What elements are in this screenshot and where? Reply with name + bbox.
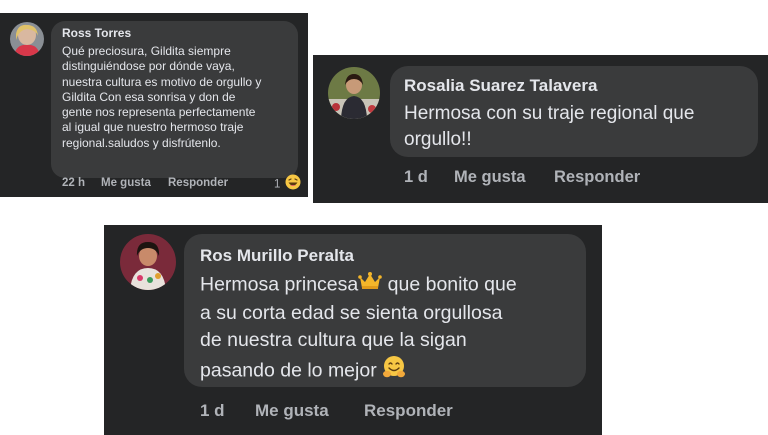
avatar[interactable] [120,234,176,290]
avatar[interactable] [328,67,380,119]
like-button[interactable]: Me gusta [454,168,526,187]
like-button[interactable]: Me gusta [255,401,329,421]
comment-card: Rosalia Suarez Talavera Hermosa con su t… [313,55,768,203]
comment-text: Hermosa con su traje regional que orgull… [404,101,694,153]
crown-icon [358,271,383,300]
like-button[interactable]: Me gusta [101,177,151,189]
comment-text: Qué preciosura, Gildita siempre distingu… [62,44,261,151]
comment-line: distinguiéndose por dónde vaya, [62,59,235,74]
comment-line: gente nos representa perfectamente [62,105,256,120]
comment-author[interactable]: Rosalia Suarez Talavera [404,76,597,96]
comment-line-end: que bonito que [382,273,517,296]
comment-line: Hermosa princesa que bonito que [200,271,517,300]
avatar[interactable] [10,22,44,56]
comment-line: regional.saludos y disfrútenlo. [62,135,221,150]
comment-line-start: pasando de lo mejor [200,358,377,381]
comment-card: Ros Murillo Peralta Hermosa princesa que… [104,225,602,435]
comment-author[interactable]: Ros Murillo Peralta [200,246,354,266]
comment-timestamp[interactable]: 1 d [404,168,428,187]
comment-line: pasando de lo mejor [200,355,517,388]
reaction-summary[interactable]: 1 [274,174,301,192]
comment-line: Gildita Con esa sonrisa y don de [62,89,236,104]
comment-line: nuestra cultura es motivo de orgullo y [62,74,262,89]
comment-line: orgullo!! [404,129,472,150]
comment-line: Qué preciosura, Gildita siempre [62,44,231,58]
comment-line: al igual que nuestro hermoso traje [62,120,244,135]
comment-timestamp[interactable]: 1 d [200,401,225,421]
comment-card: Ross Torres Qué preciosura, Gildita siem… [0,13,308,197]
reply-button[interactable]: Responder [168,177,228,189]
comment-author[interactable]: Ross Torres [62,26,131,40]
reply-button[interactable]: Responder [364,401,453,421]
comment-line: de nuestra cultura que la sigan [200,329,467,351]
comment-text: Hermosa princesa que bonito que a su cor… [200,271,517,387]
haha-reaction-icon [285,174,301,195]
comment-line: a su corta edad se sienta orgullosa [200,301,503,324]
hugging-face-icon [382,355,406,388]
comment-timestamp[interactable]: 22 h [62,177,85,189]
comment-line: Hermosa con su traje regional que [404,103,695,124]
comment-line-start: Hermosa princesa [200,273,359,296]
reaction-count: 1 [274,178,281,191]
reply-button[interactable]: Responder [554,168,640,187]
